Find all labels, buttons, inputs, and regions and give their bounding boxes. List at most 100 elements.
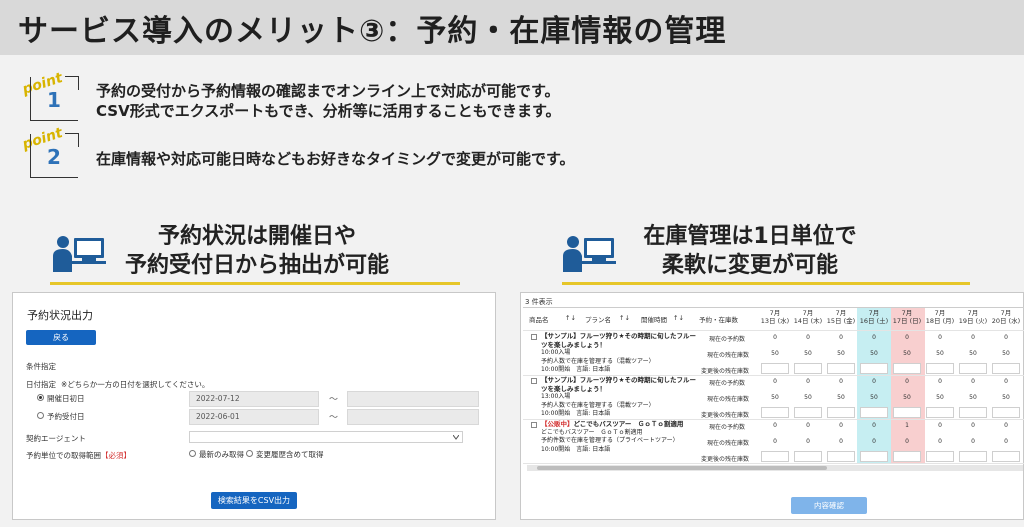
product-name[interactable]: 【サンプル】フルーツ狩り★その時期に旬したフルー <box>541 376 696 385</box>
changed-stock-input[interactable] <box>761 407 789 418</box>
stock-count: 50 <box>771 394 779 401</box>
event-date-radio[interactable] <box>37 394 44 401</box>
reserved-count: 0 <box>872 422 876 429</box>
reserved-count: 0 <box>872 334 876 341</box>
booking-date-label: 予約受付日 <box>47 412 85 421</box>
date-label: 日付指定 <box>26 380 56 389</box>
sort-icon[interactable]: ↑↓ <box>619 314 630 322</box>
stock-count: 50 <box>969 394 977 401</box>
date-day: 17日 (日) <box>892 317 922 325</box>
changed-stock-input[interactable] <box>827 407 855 418</box>
date-day: 14日 (木) <box>793 317 823 325</box>
changed-stock-input[interactable] <box>794 451 822 462</box>
point-text-1b: CSV形式でエクスポートもでき、分析等に活用することもできます。 <box>96 102 561 120</box>
reserved-count: 1 <box>905 422 909 429</box>
reserved-count: 0 <box>971 334 975 341</box>
reservation-panel-title: 予約状況出力 <box>27 309 93 322</box>
stock-count: 50 <box>837 394 845 401</box>
feature-caption-2b: 柔軟に変更が可能 <box>661 253 838 278</box>
product-info: 【公販中】どこでもバスツアー ＧｏＴｏ割適用 どこでもバスツアー ＧｏＴｏ割適用予… <box>541 420 683 454</box>
stock-count: 0 <box>872 438 876 445</box>
changed-stock-input[interactable] <box>893 363 921 374</box>
changed-stock-input[interactable] <box>794 407 822 418</box>
stock-count: 0 <box>773 438 777 445</box>
stock-count: 50 <box>936 350 944 357</box>
row-checkbox[interactable] <box>531 422 537 428</box>
changed-stock-input[interactable] <box>761 363 789 374</box>
feature-caption-1b: 予約受付日から抽出が可能 <box>124 253 389 278</box>
conditions-label: 条件指定 <box>26 362 56 371</box>
header-time[interactable]: 開催時間 <box>641 314 667 324</box>
event-date-start-input[interactable]: 2022-07-12 <box>189 391 319 407</box>
changed-stock-input[interactable] <box>893 451 921 462</box>
agent-label: 契約エージェント <box>26 434 86 443</box>
booking-date-start-input[interactable]: 2022-06-01 <box>189 409 319 425</box>
reserved-count: 0 <box>773 378 777 385</box>
product-plan: 予約人数で在庫を管理する（混載ツアー） <box>541 357 655 365</box>
export-csv-button[interactable]: 検索結果をCSV出力 <box>211 492 297 509</box>
date-day: 18日 (月) <box>925 317 955 325</box>
result-count: 3 件表示 <box>525 298 553 306</box>
feature-underline-2 <box>562 282 970 285</box>
with-history-radio[interactable] <box>246 450 253 457</box>
changed-stock-input[interactable] <box>827 451 855 462</box>
stock-count: 50 <box>936 394 944 401</box>
agent-select[interactable] <box>189 431 463 443</box>
date-month: 7月 <box>769 309 781 317</box>
changed-stock-input[interactable] <box>959 407 987 418</box>
inventory-table: 商品名 ↑↓ プラン名 ↑↓ 開催時間 ↑↓ 予約・在庫数 7月 13日 (水) 7… <box>523 307 1024 464</box>
date-header: 7月 17日 (日) <box>891 309 923 325</box>
header-product[interactable]: 商品名 <box>529 314 549 324</box>
confirm-button[interactable]: 内容確認 <box>791 497 867 514</box>
changed-stock-input[interactable] <box>959 363 987 374</box>
changed-stock-input[interactable] <box>959 451 987 462</box>
product-name[interactable]: 【サンプル】フルーツ狩り★その時期に旬したフルー <box>541 332 696 341</box>
page-title: サービス導入のメリット③：予約・在庫情報の管理 <box>18 14 727 49</box>
changed-stock-input[interactable] <box>761 451 789 462</box>
changed-stock-input[interactable] <box>926 363 954 374</box>
changed-stock-input[interactable] <box>860 451 888 462</box>
date-month: 7月 <box>802 309 814 317</box>
latest-only-radio[interactable] <box>189 450 196 457</box>
changed-stock-input[interactable] <box>794 363 822 374</box>
product-plan: 予約件数で在庫を管理する（プライベートツアー） <box>541 437 679 444</box>
reserved-count: 0 <box>773 334 777 341</box>
stock-count: 50 <box>969 350 977 357</box>
booking-date-end-input[interactable] <box>347 409 479 425</box>
date-header: 7月 15日 (金) <box>825 309 857 325</box>
required-label: 【必須】 <box>101 451 131 460</box>
changed-stock-input[interactable] <box>860 407 888 418</box>
changed-stock-input[interactable] <box>926 451 954 462</box>
product-lang: 10:00開始 言語: 日本語 <box>541 366 611 373</box>
changed-stock-input[interactable] <box>827 363 855 374</box>
changed-stock-input[interactable] <box>926 407 954 418</box>
reserved-count: 0 <box>839 378 843 385</box>
reserved-count: 0 <box>938 378 942 385</box>
stock-count: 50 <box>771 350 779 357</box>
header-plan[interactable]: プラン名 <box>585 314 611 324</box>
point-text-2: 在庫情報や対応可能日時などもお好きなタイミングで変更が可能です。 <box>96 150 575 168</box>
range-tilde: ～ <box>329 413 339 423</box>
changed-stock-input[interactable] <box>860 363 888 374</box>
changed-label: 変更後の残在庫数 <box>701 412 750 419</box>
reserved-count: 0 <box>905 378 909 385</box>
sort-icon[interactable]: ↑↓ <box>565 314 576 322</box>
date-header: 7月 16日 (土) <box>858 309 890 325</box>
event-date-label: 開催日初日 <box>47 394 85 403</box>
row-checkbox[interactable] <box>531 334 537 340</box>
back-button[interactable]: 戻る <box>26 330 96 345</box>
changed-stock-input[interactable] <box>992 363 1020 374</box>
stock-count: 50 <box>837 350 845 357</box>
changed-stock-input[interactable] <box>992 407 1020 418</box>
scroll-thumb[interactable] <box>537 466 827 470</box>
booking-date-radio[interactable] <box>37 412 44 419</box>
changed-stock-input[interactable] <box>893 407 921 418</box>
sort-icon[interactable]: ↑↓ <box>673 314 684 322</box>
stock-count: 0 <box>839 438 843 445</box>
product-name[interactable]: 【公販中】どこでもバスツアー ＧｏＴｏ割適用 <box>541 420 683 429</box>
event-date-end-input[interactable] <box>347 391 479 407</box>
row-checkbox[interactable] <box>531 378 537 384</box>
product-name-line1: 【サンプル】フルーツ狩り★その時期に旬したフルー <box>541 376 697 384</box>
changed-stock-input[interactable] <box>992 451 1020 462</box>
horizontal-scrollbar[interactable] <box>527 465 1023 471</box>
